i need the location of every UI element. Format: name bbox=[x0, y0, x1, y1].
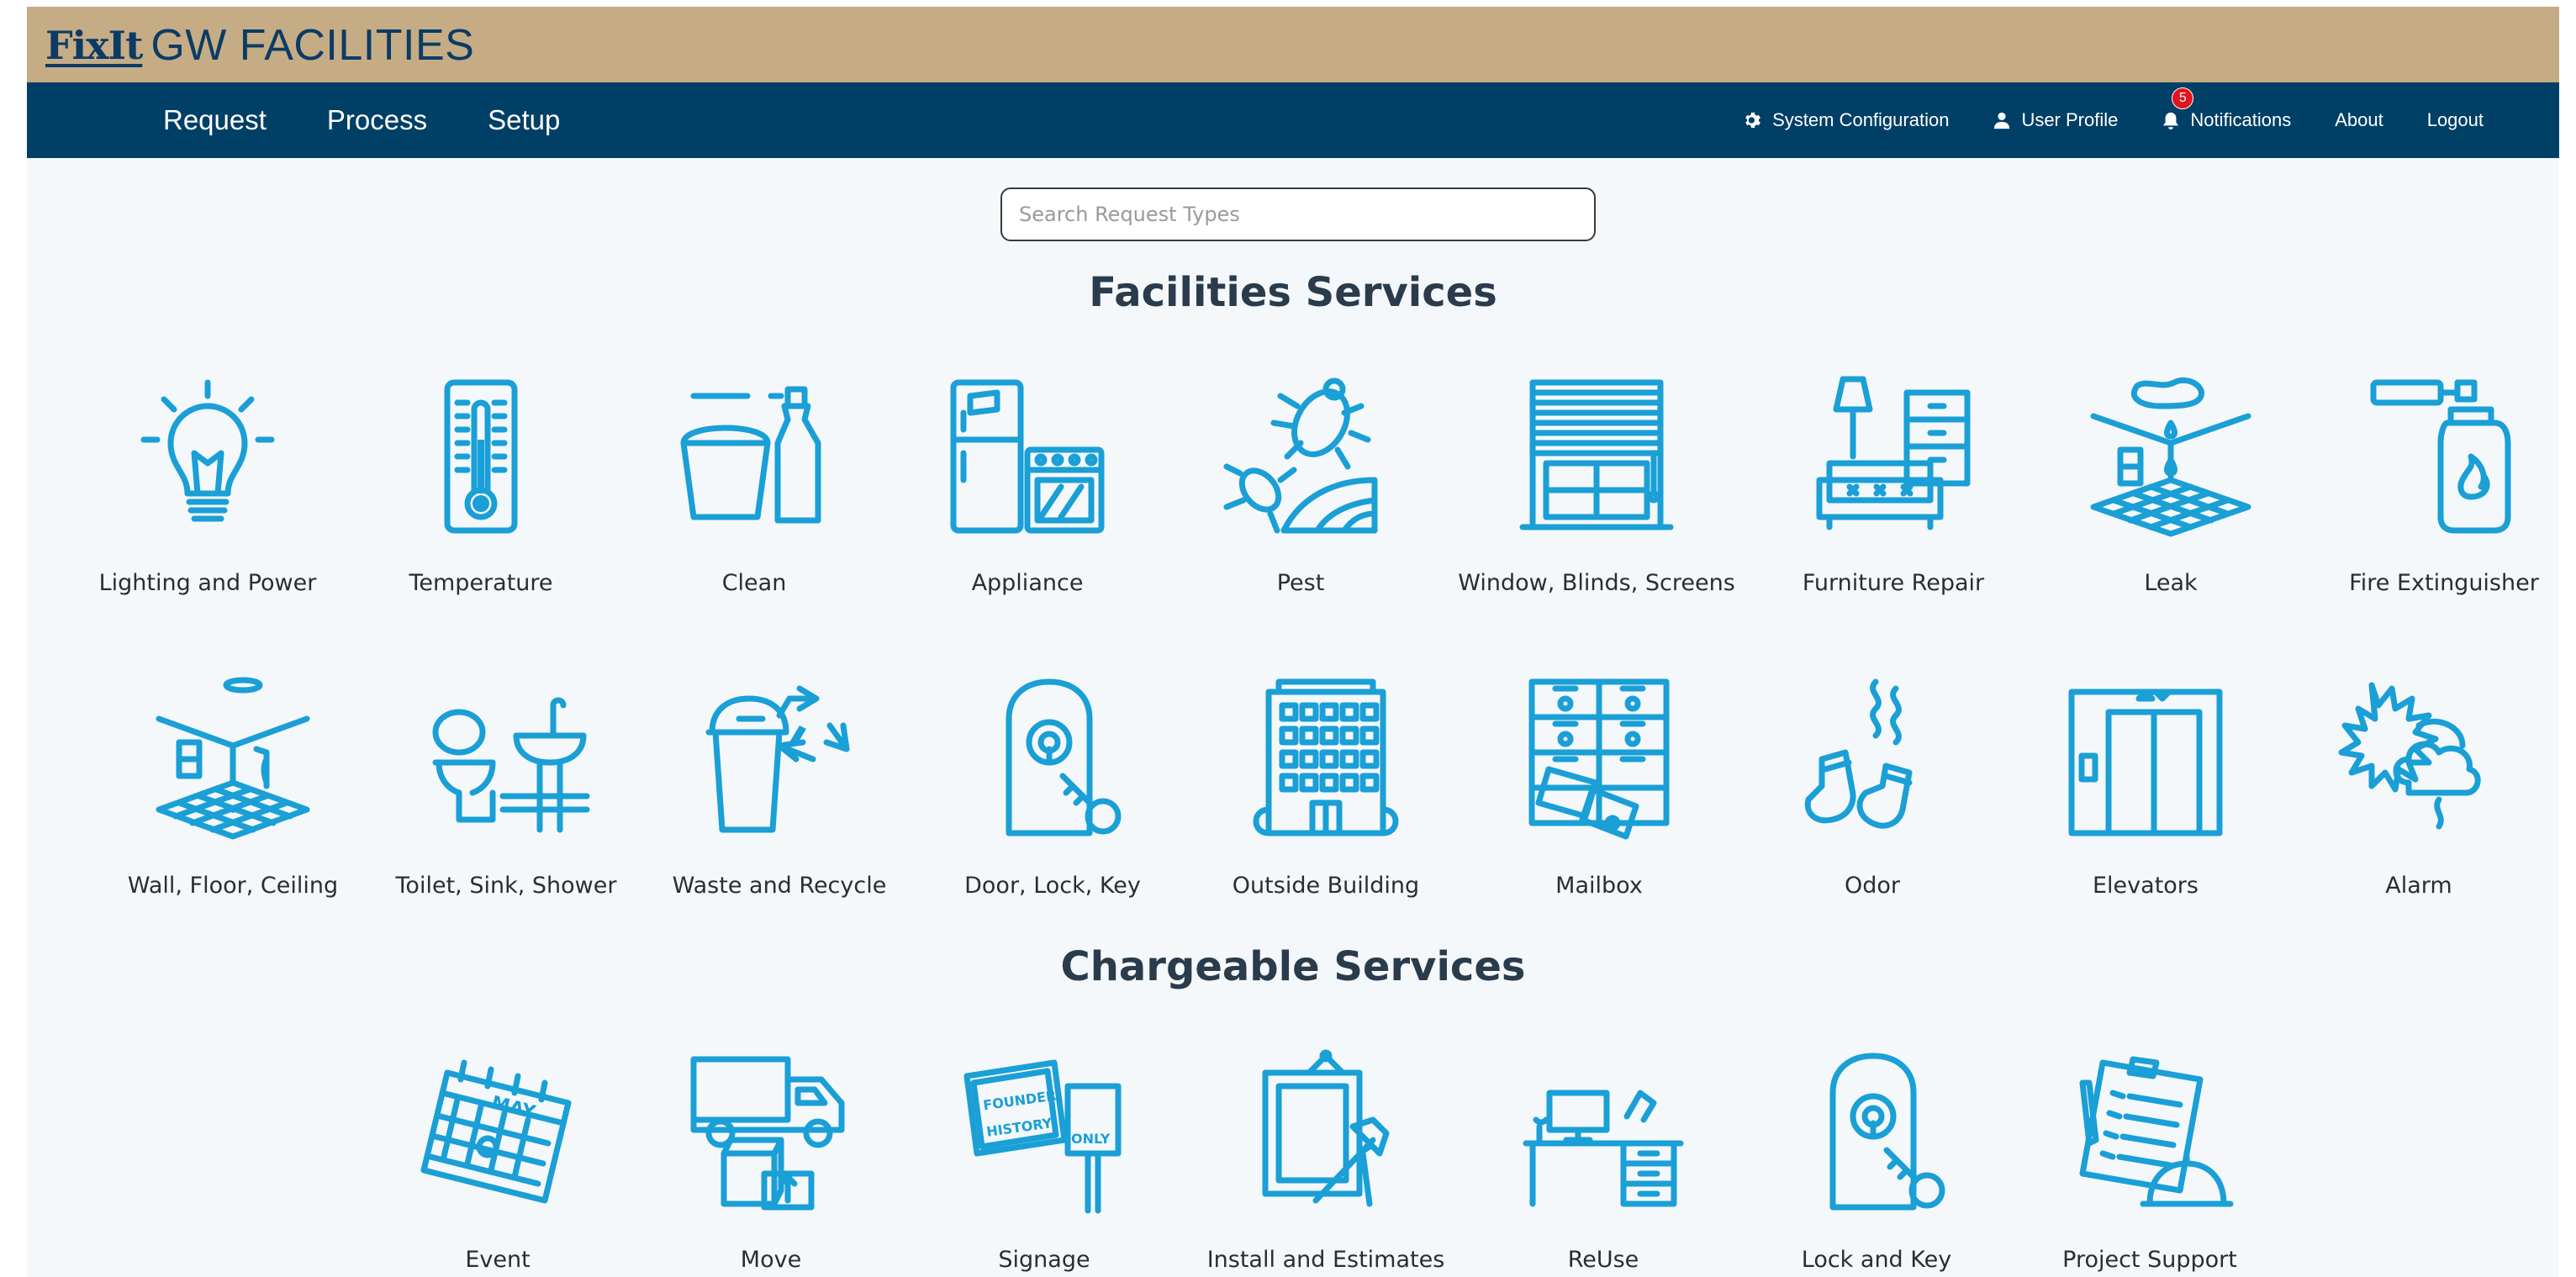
tile-clean[interactable]: Clean bbox=[624, 368, 884, 620]
signs-icon: FOUNDER HISTORY ONLY bbox=[956, 1045, 1132, 1222]
tile-appliance[interactable]: Appliance bbox=[897, 368, 1158, 620]
building-icon bbox=[1238, 671, 1414, 847]
calendar-icon: MAY bbox=[409, 1045, 586, 1222]
tile-alarm[interactable]: Alarm bbox=[2288, 671, 2549, 923]
mailbox-icon bbox=[1511, 671, 1687, 847]
smoke-alarm-icon bbox=[2331, 671, 2507, 847]
logout-link[interactable]: Logout bbox=[2427, 109, 2484, 131]
logout-label: Logout bbox=[2426, 109, 2484, 130]
tile-fire-extinguisher[interactable]: Fire Extinguisher bbox=[2314, 368, 2559, 620]
bucket-spray-icon bbox=[666, 368, 842, 545]
tile-furniture-repair[interactable]: Furniture Repair bbox=[1763, 368, 2024, 620]
nav-request[interactable]: Request bbox=[163, 104, 267, 136]
nav-secondary: System Configuration User Profile 5 Noti… bbox=[1744, 82, 2484, 158]
tile-label: Project Support bbox=[2062, 1247, 2237, 1273]
tile-toilet-sink-shower[interactable]: Toilet, Sink, Shower bbox=[376, 671, 636, 923]
about-label: About bbox=[2335, 109, 2383, 130]
tile-temperature[interactable]: Temperature bbox=[351, 368, 611, 620]
bell-icon bbox=[2163, 112, 2179, 129]
tile-lock-and-key[interactable]: Lock and Key bbox=[1746, 1045, 2007, 1277]
nav-setup[interactable]: Setup bbox=[488, 104, 560, 136]
tile-move[interactable]: Move bbox=[641, 1045, 901, 1277]
tile-wall-floor-ceiling[interactable]: Wall, Floor, Ceiling bbox=[103, 671, 363, 923]
notifications-link[interactable]: 5 Notifications bbox=[2162, 87, 2292, 131]
tile-event[interactable]: MAY Event bbox=[367, 1045, 628, 1277]
notifications-badge: 5 bbox=[2172, 87, 2194, 109]
user-icon bbox=[1994, 112, 2010, 129]
tile-lighting-and-power[interactable]: Lighting and Power bbox=[77, 368, 338, 620]
fixit-logo-text: FixIt bbox=[45, 23, 143, 68]
fridge-stove-icon bbox=[939, 368, 1116, 545]
room-corner-icon bbox=[145, 671, 321, 847]
bug-icon bbox=[1212, 368, 1389, 545]
tile-reuse[interactable]: ReUse bbox=[1473, 1045, 1734, 1277]
tile-label: Alarm bbox=[2385, 873, 2452, 899]
tile-elevators[interactable]: Elevators bbox=[2015, 671, 2276, 923]
sign-text-only: ONLY bbox=[1071, 1131, 1111, 1147]
fire-extinguisher-icon bbox=[2356, 368, 2532, 545]
facilities-services-title: Facilities Services bbox=[1089, 269, 1497, 316]
calendar-month-text: MAY bbox=[489, 1093, 538, 1124]
logo[interactable]: FixIt GW FACILITIES bbox=[45, 15, 474, 76]
tile-waste-and-recycle[interactable]: Waste and Recycle bbox=[649, 671, 910, 923]
tile-door-lock-key[interactable]: Door, Lock, Key bbox=[922, 671, 1183, 923]
desk-icon bbox=[1515, 1045, 1692, 1222]
door-lock-key-icon bbox=[964, 671, 1141, 847]
tile-signage[interactable]: FOUNDER HISTORY ONLY Signage bbox=[914, 1045, 1175, 1277]
search-request-types-input[interactable] bbox=[1000, 187, 1596, 241]
elevator-icon bbox=[2057, 671, 2234, 847]
light-bulb-icon bbox=[119, 368, 296, 545]
tile-window-blinds-screens[interactable]: Window, Blinds, Screens bbox=[1458, 368, 1735, 620]
tile-mailbox[interactable]: Mailbox bbox=[1469, 671, 1729, 923]
system-configuration-label: System Configuration bbox=[1772, 109, 1950, 130]
nav-process[interactable]: Process bbox=[327, 104, 427, 136]
ceiling-leak-icon bbox=[2082, 368, 2259, 545]
window-blinds-icon bbox=[1508, 368, 1685, 545]
toilet-sink-icon bbox=[418, 671, 594, 847]
user-profile-label: User Profile bbox=[2021, 109, 2119, 130]
about-link[interactable]: About bbox=[2335, 109, 2383, 131]
gear-icon bbox=[1745, 112, 1761, 129]
tile-install-and-estimates[interactable]: Install and Estimates bbox=[1196, 1045, 1456, 1277]
moving-truck-icon bbox=[683, 1045, 859, 1222]
tile-odor[interactable]: Odor bbox=[1742, 671, 2003, 923]
notifications-label: Notifications bbox=[2190, 109, 2292, 130]
tile-label: Window, Blinds, Screens bbox=[1458, 570, 1735, 596]
tile-label: Signage bbox=[998, 1247, 1090, 1273]
clipboard-hardhat-icon bbox=[2061, 1045, 2238, 1222]
lock-key-icon bbox=[1788, 1045, 1965, 1222]
tile-pest[interactable]: Pest bbox=[1170, 368, 1431, 620]
sofa-dresser-icon bbox=[1805, 368, 1982, 545]
frame-hammer-icon bbox=[1238, 1045, 1414, 1222]
sign-text-founder: FOUNDER bbox=[982, 1087, 1057, 1113]
app-window: FixIt GW FACILITIES Request Process Setu… bbox=[27, 7, 2559, 1277]
nav-primary: Request Process Setup bbox=[163, 82, 560, 158]
tile-label: Pest bbox=[1276, 570, 1325, 596]
system-configuration-link[interactable]: System Configuration bbox=[1744, 109, 1949, 131]
chargeable-services-title: Chargeable Services bbox=[1060, 943, 1526, 990]
thermometer-icon bbox=[393, 368, 569, 545]
app-name: GW FACILITIES bbox=[150, 21, 475, 70]
tile-outside-building[interactable]: Outside Building bbox=[1196, 671, 1456, 923]
tile-label: Fire Extinguisher bbox=[2349, 570, 2539, 596]
user-profile-link[interactable]: User Profile bbox=[1993, 109, 2118, 131]
main-navbar: Request Process Setup System Configurati… bbox=[27, 82, 2559, 158]
tile-project-support[interactable]: Project Support bbox=[2019, 1045, 2280, 1277]
socks-odor-icon bbox=[1784, 671, 1961, 847]
trash-recycle-icon bbox=[691, 671, 868, 847]
brand-bar: FixIt GW FACILITIES bbox=[27, 7, 2559, 82]
tile-leak[interactable]: Leak bbox=[2040, 368, 2301, 620]
